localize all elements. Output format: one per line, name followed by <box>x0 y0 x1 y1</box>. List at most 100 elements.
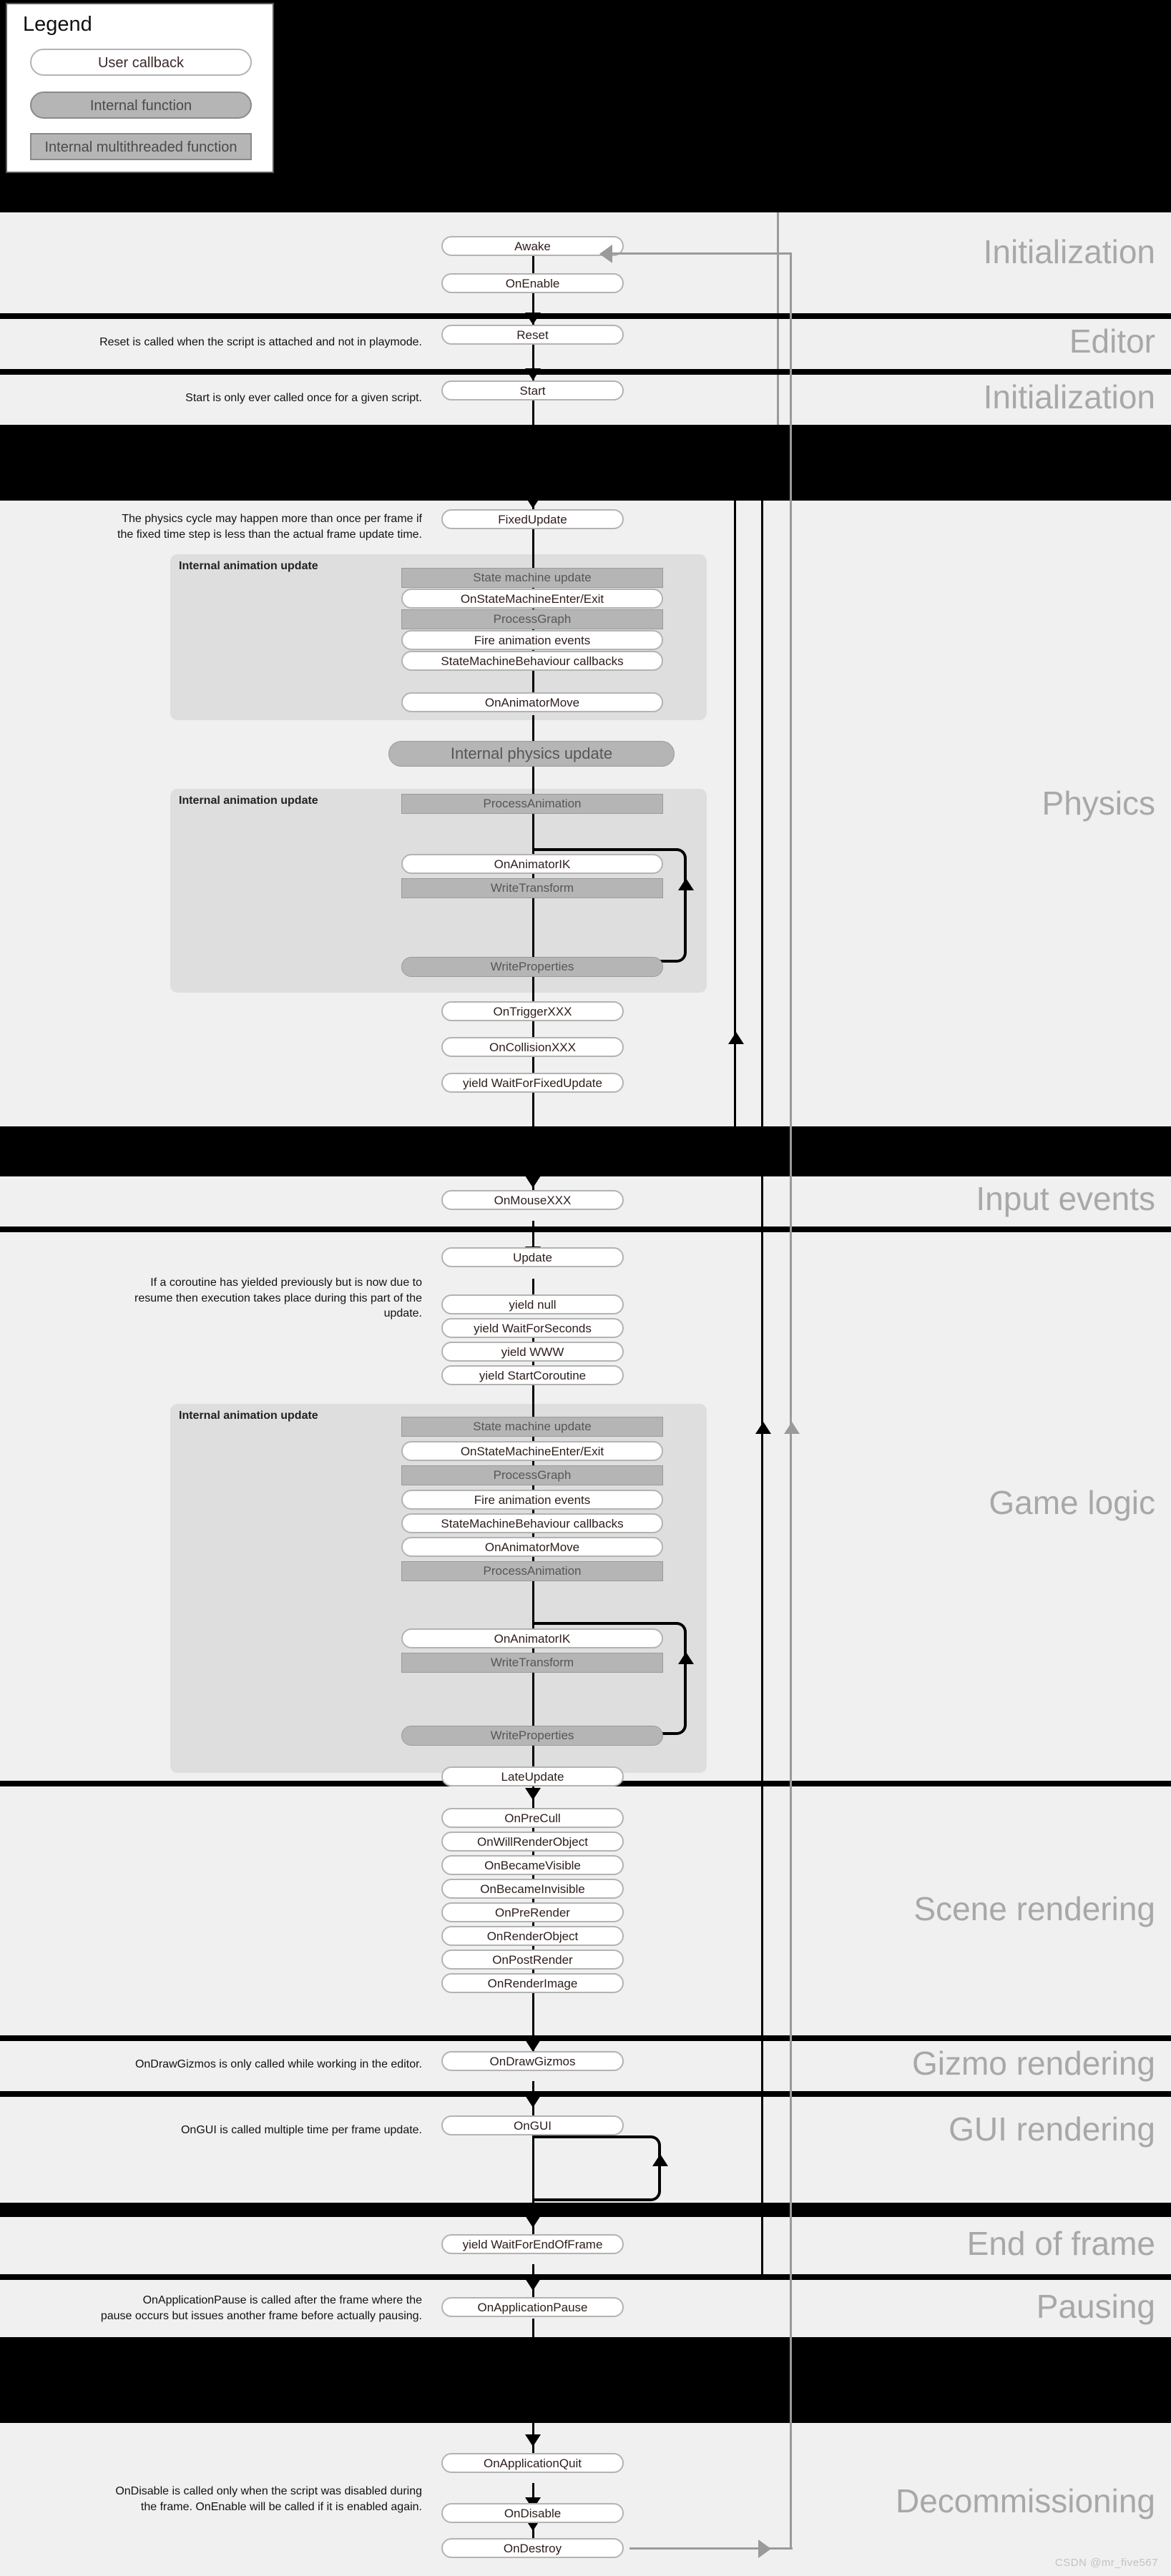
node-state-machine-behaviour-callbacks-gamelogic[interactable]: StateMachineBehaviour callbacks <box>401 1513 663 1533</box>
node-on-render-object[interactable]: OnRenderObject <box>441 1926 624 1946</box>
band-label-end-of-frame: End of frame <box>967 2227 1155 2260</box>
arrowhead-to-appquit <box>525 2434 541 2447</box>
group-title-animation-update-1: Internal animation update <box>179 560 318 573</box>
band-label-input-events: Input events <box>976 1182 1155 1215</box>
node-fire-animation-events-gamelogic[interactable]: Fire animation events <box>401 1490 663 1510</box>
node-update[interactable]: Update <box>441 1247 624 1267</box>
arrowhead-to-gizmos <box>525 2040 541 2052</box>
arrowhead-return-path-right <box>758 2540 771 2558</box>
node-on-post-render[interactable]: OnPostRender <box>441 1950 624 1970</box>
node-late-update[interactable]: LateUpdate <box>441 1766 624 1786</box>
node-yield-wait-for-seconds[interactable]: yield WaitForSeconds <box>441 1318 624 1338</box>
node-process-graph-physics[interactable]: ProcessGraph <box>401 609 663 629</box>
node-reset[interactable]: Reset <box>441 325 624 345</box>
node-on-trigger-xxx[interactable]: OnTriggerXXX <box>441 1001 624 1021</box>
note-disable: OnDisable is called only when the script… <box>7 2484 422 2514</box>
legend-title: Legend <box>23 13 273 36</box>
node-internal-physics-update[interactable]: Internal physics update <box>388 741 675 767</box>
arrowhead-loop-ik-physics <box>678 878 694 890</box>
note-fixed-update: The physics cycle may happen more than o… <box>7 511 422 542</box>
node-on-will-render-object[interactable]: OnWillRenderObject <box>441 1832 624 1852</box>
legend-panel: Legend User callback Internal function I… <box>6 3 274 173</box>
arrowhead-loop-ongui <box>652 2154 668 2166</box>
node-on-animator-ik-physics[interactable]: OnAnimatorIK <box>401 854 663 874</box>
node-yield-null[interactable]: yield null <box>441 1294 624 1314</box>
node-on-pre-render[interactable]: OnPreRender <box>441 1902 624 1922</box>
band-label-editor: Editor <box>1069 325 1155 358</box>
node-process-animation-physics[interactable]: ProcessAnimation <box>401 794 663 814</box>
arrowhead-physics-loop-up <box>728 1032 744 1044</box>
node-on-animator-move-gamelogic[interactable]: OnAnimatorMove <box>401 1537 663 1557</box>
node-yield-start-coroutine[interactable]: yield StartCoroutine <box>441 1365 624 1385</box>
node-yield-wait-for-fixed-update[interactable]: yield WaitForFixedUpdate <box>441 1073 624 1093</box>
note-start: Start is only ever called once for a giv… <box>7 390 422 406</box>
arrowhead-to-scene-rendering <box>525 1788 541 1800</box>
node-on-became-invisible[interactable]: OnBecameInvisible <box>441 1879 624 1899</box>
frame-loop-line-input <box>761 1176 763 1226</box>
node-on-collision-xxx[interactable]: OnCollisionXXX <box>441 1037 624 1057</box>
legend-item-internal-function: Internal function <box>30 92 252 119</box>
node-on-animator-move-physics[interactable]: OnAnimatorMove <box>401 692 663 712</box>
group-title-animation-update-2: Internal animation update <box>179 795 318 807</box>
band-initialization-1: Initialization <box>0 212 1171 313</box>
node-start[interactable]: Start <box>441 380 624 400</box>
loop-ongui <box>532 2135 661 2201</box>
note-reset: Reset is called when the script is attac… <box>7 335 422 350</box>
node-on-destroy[interactable]: OnDestroy <box>441 2538 624 2558</box>
return-path-vertical <box>790 252 792 2550</box>
node-on-disable[interactable]: OnDisable <box>441 2503 624 2523</box>
node-on-application-pause[interactable]: OnApplicationPause <box>441 2297 624 2317</box>
band-label-initialization-1: Initialization <box>984 235 1155 268</box>
frame-loop-line-gui <box>761 2097 763 2203</box>
node-on-enable[interactable]: OnEnable <box>441 273 624 293</box>
node-on-mouse-xxx[interactable]: OnMouseXXX <box>441 1190 624 1210</box>
frame-loop-line-scene <box>761 1786 763 2035</box>
watermark: CSDN @mr_five567 <box>1055 2557 1158 2569</box>
node-on-draw-gizmos[interactable]: OnDrawGizmos <box>441 2051 624 2071</box>
node-yield-wait-for-end-of-frame[interactable]: yield WaitForEndOfFrame <box>441 2234 624 2254</box>
band-label-physics: Physics <box>1042 787 1155 820</box>
node-on-animator-ik-gamelogic[interactable]: OnAnimatorIK <box>401 1628 663 1648</box>
arrowhead-to-reset <box>525 313 541 325</box>
column-divider-left <box>777 212 779 313</box>
node-state-machine-update-gamelogic[interactable]: State machine update <box>401 1417 663 1437</box>
arrowhead-to-fixedupdate <box>525 496 541 508</box>
node-on-state-machine-enter-exit-physics[interactable]: OnStateMachineEnter/Exit <box>401 589 663 609</box>
band-label-decommissioning: Decommissioning <box>896 2484 1155 2517</box>
arrowhead-to-waitendframe <box>525 2216 541 2228</box>
arrowhead-to-onmouse <box>525 1176 541 1188</box>
legend-item-internal-multithreaded-function: Internal multithreaded function <box>30 133 252 160</box>
frame-loop-line-eof <box>761 2217 763 2274</box>
node-on-became-visible[interactable]: OnBecameVisible <box>441 1855 624 1875</box>
note-ongui: OnGUI is called multiple time per frame … <box>7 2123 422 2138</box>
node-awake[interactable]: Awake <box>441 236 624 256</box>
connector-awake-onenable <box>532 256 534 275</box>
unity-script-lifecycle-diagram: Legend User callback Internal function I… <box>0 0 1171 2576</box>
node-process-animation-gamelogic[interactable]: ProcessAnimation <box>401 1561 663 1581</box>
node-state-machine-behaviour-callbacks-physics[interactable]: StateMachineBehaviour callbacks <box>401 651 663 671</box>
group-title-animation-update-3: Internal animation update <box>179 1410 318 1422</box>
node-process-graph-gamelogic[interactable]: ProcessGraph <box>401 1465 663 1485</box>
band-label-game-logic: Game logic <box>989 1486 1155 1519</box>
node-write-properties-physics[interactable]: WriteProperties <box>401 957 663 977</box>
node-state-machine-update-physics[interactable]: State machine update <box>401 568 663 588</box>
frame-loop-line-gizmo <box>761 2041 763 2091</box>
band-label-gizmo-rendering: Gizmo rendering <box>912 2047 1155 2080</box>
node-on-application-quit[interactable]: OnApplicationQuit <box>441 2453 624 2473</box>
node-on-state-machine-enter-exit-gamelogic[interactable]: OnStateMachineEnter/Exit <box>401 1441 663 1461</box>
arrowhead-to-apppause <box>525 2278 541 2291</box>
note-pause: OnApplicationPause is called after the f… <box>7 2293 422 2324</box>
node-write-transform-physics[interactable]: WriteTransform <box>401 878 663 898</box>
node-write-properties-gamelogic[interactable]: WriteProperties <box>401 1726 663 1746</box>
node-fire-animation-events-physics[interactable]: Fire animation events <box>401 630 663 650</box>
node-on-gui[interactable]: OnGUI <box>441 2115 624 2135</box>
node-write-transform-gamelogic[interactable]: WriteTransform <box>401 1653 663 1673</box>
band-label-gui-rendering: GUI rendering <box>949 2113 1155 2145</box>
node-fixed-update[interactable]: FixedUpdate <box>441 509 624 529</box>
arrowhead-return-to-awake <box>599 245 612 263</box>
node-yield-www[interactable]: yield WWW <box>441 1342 624 1362</box>
arrowhead-frame-loop-up <box>755 1422 771 1434</box>
node-on-render-image[interactable]: OnRenderImage <box>441 1973 624 1993</box>
node-on-pre-cull[interactable]: OnPreCull <box>441 1808 624 1828</box>
note-gizmos: OnDrawGizmos is only called while workin… <box>7 2057 422 2073</box>
